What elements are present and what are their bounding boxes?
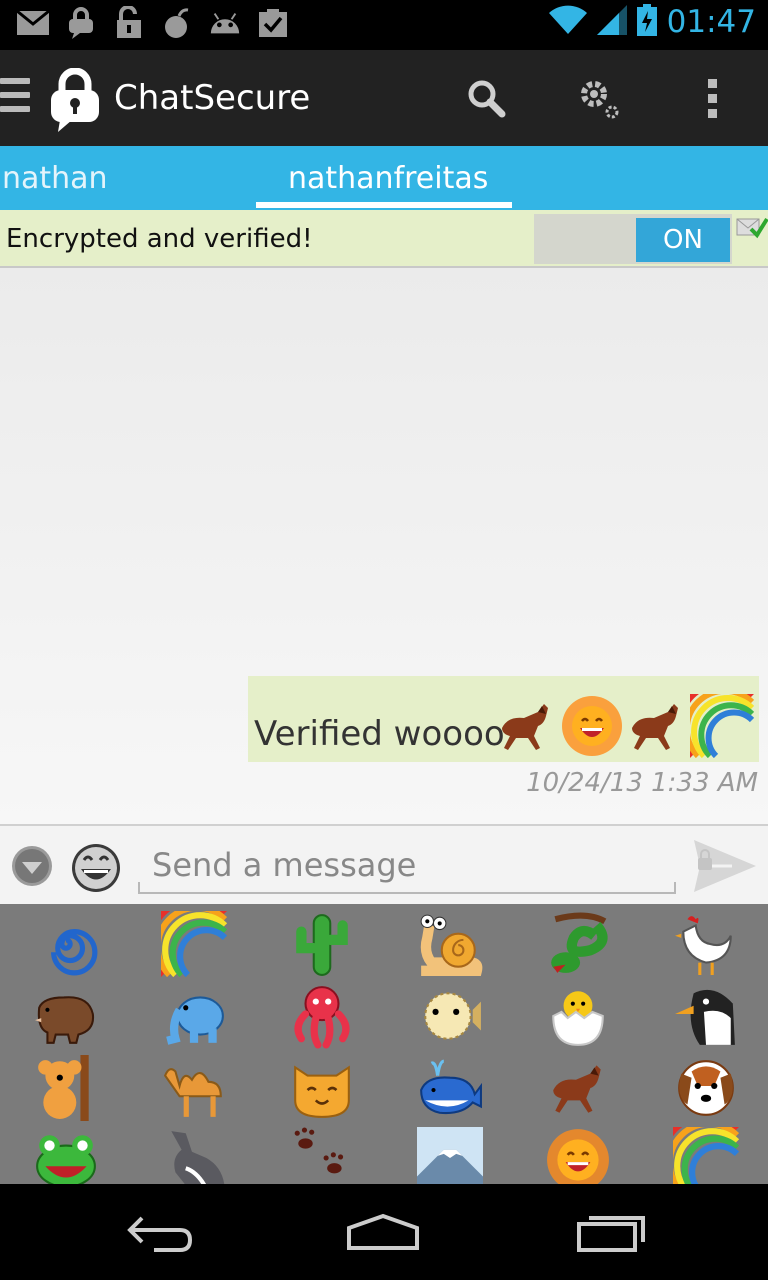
- rainbow-icon: [676, 680, 755, 759]
- overflow-menu-button[interactable]: [684, 70, 740, 126]
- whale-emoji[interactable]: [386, 1052, 514, 1124]
- notification-icons: [16, 6, 290, 40]
- elephant-icon: [166, 996, 224, 1045]
- clock: 01:47: [666, 4, 756, 40]
- settings-button[interactable]: [570, 70, 626, 126]
- cyclone-emoji[interactable]: [2, 908, 130, 980]
- recent-apps-button[interactable]: [566, 1204, 656, 1260]
- frog-icon: [36, 1135, 96, 1184]
- home-button[interactable]: [338, 1204, 428, 1260]
- elephant-emoji[interactable]: [130, 980, 258, 1052]
- mount-fuji-emoji[interactable]: [386, 1124, 514, 1184]
- cat-emoji[interactable]: [258, 1052, 386, 1124]
- cell-signal-icon: [596, 5, 627, 39]
- cyclone-icon: [51, 929, 98, 976]
- encryption-toggle[interactable]: ON: [636, 218, 730, 262]
- search-icon: [468, 80, 506, 118]
- sun-emoji[interactable]: [514, 1124, 642, 1184]
- settings-icon: [581, 81, 619, 119]
- boar-icon: [35, 996, 95, 1044]
- overflow-menu-icon: [708, 79, 717, 118]
- horse-icon: [553, 1065, 601, 1113]
- horse-icon: [494, 694, 558, 758]
- whale-icon: [420, 1059, 482, 1115]
- unlock-icon: [112, 6, 146, 40]
- camel-emoji[interactable]: [130, 1052, 258, 1124]
- horse-emoji[interactable]: [514, 1052, 642, 1124]
- wolf-emoji[interactable]: [130, 1124, 258, 1184]
- rainbow-emoji[interactable]: [130, 908, 258, 980]
- drawer-toggle-icon[interactable]: [0, 78, 30, 118]
- snake-emoji[interactable]: [514, 908, 642, 980]
- tab-nathan[interactable]: nathan: [2, 146, 108, 210]
- action-bar: ChatSecure: [0, 50, 768, 146]
- penguin-icon: [675, 989, 735, 1045]
- navigation-bar: [0, 1184, 768, 1280]
- lock-bubble-icon: [64, 6, 98, 40]
- wolf-icon: [171, 1131, 225, 1184]
- bomb-icon: [160, 6, 194, 40]
- active-tab-indicator: [256, 202, 512, 208]
- hatching-chick-emoji[interactable]: [514, 980, 642, 1052]
- cactus-icon: [296, 914, 348, 976]
- status-bar: 01:47: [0, 0, 768, 50]
- send-button[interactable]: [692, 836, 758, 896]
- koala-icon: [38, 1055, 89, 1121]
- android-icon: [208, 6, 242, 40]
- back-button[interactable]: [114, 1204, 204, 1260]
- mount-fuji-icon: [417, 1127, 483, 1184]
- back-icon: [127, 1216, 193, 1252]
- snail-emoji[interactable]: [386, 908, 514, 980]
- paw-prints-icon: [294, 1127, 344, 1174]
- verified-mail-icon: [736, 216, 768, 240]
- rooster-icon: [675, 916, 732, 975]
- horse-icon: [624, 694, 688, 758]
- koala-emoji[interactable]: [2, 1052, 130, 1124]
- recent-apps-icon: [577, 1216, 645, 1252]
- octopus-icon: [294, 986, 350, 1049]
- expand-icon[interactable]: [10, 844, 54, 888]
- clipboard-check-icon: [256, 6, 290, 40]
- cat-icon: [294, 1065, 350, 1118]
- sun-icon: [560, 694, 624, 758]
- cactus-emoji[interactable]: [258, 908, 386, 980]
- snail-icon: [420, 914, 483, 976]
- message-timestamp: 10/24/13 1:33 AM: [526, 768, 758, 798]
- tab-nathanfreitas[interactable]: nathanfreitas: [288, 146, 488, 210]
- dog-icon: [678, 1060, 734, 1116]
- rooster-emoji[interactable]: [642, 908, 768, 980]
- paw-prints-emoji[interactable]: [258, 1124, 386, 1184]
- app-title: ChatSecure: [114, 78, 311, 118]
- octopus-emoji[interactable]: [258, 980, 386, 1052]
- hatching-chick-icon: [552, 991, 604, 1046]
- home-icon: [347, 1213, 419, 1250]
- emoji-toggle-icon[interactable]: [70, 842, 122, 894]
- rainbow-icon: [673, 1127, 739, 1184]
- emoji-panel: [0, 904, 768, 1184]
- sun-icon: [547, 1129, 609, 1184]
- boar-emoji[interactable]: [2, 980, 130, 1052]
- rainbow-emoji[interactable]: [642, 1124, 768, 1184]
- system-status: 01:47: [548, 4, 756, 40]
- penguin-emoji[interactable]: [642, 980, 768, 1052]
- frog-emoji[interactable]: [2, 1124, 130, 1184]
- message-text: Verified woooo: [254, 714, 505, 754]
- snake-icon: [551, 912, 608, 973]
- message-input[interactable]: Send a message: [138, 842, 676, 894]
- mail-icon: [16, 6, 50, 40]
- search-button[interactable]: [458, 70, 514, 126]
- blowfish-emoji[interactable]: [386, 980, 514, 1052]
- rainbow-icon: [161, 911, 227, 977]
- camel-icon: [163, 1068, 222, 1117]
- wifi-icon: [548, 5, 587, 39]
- app-logo-lock-icon[interactable]: [48, 67, 102, 132]
- chat-tabs: nathan nathanfreitas: [0, 146, 768, 210]
- encryption-status-text: Encrypted and verified!: [6, 224, 313, 254]
- blowfish-icon: [424, 992, 481, 1040]
- dog-emoji[interactable]: [642, 1052, 768, 1124]
- battery-charging-icon: [636, 4, 657, 40]
